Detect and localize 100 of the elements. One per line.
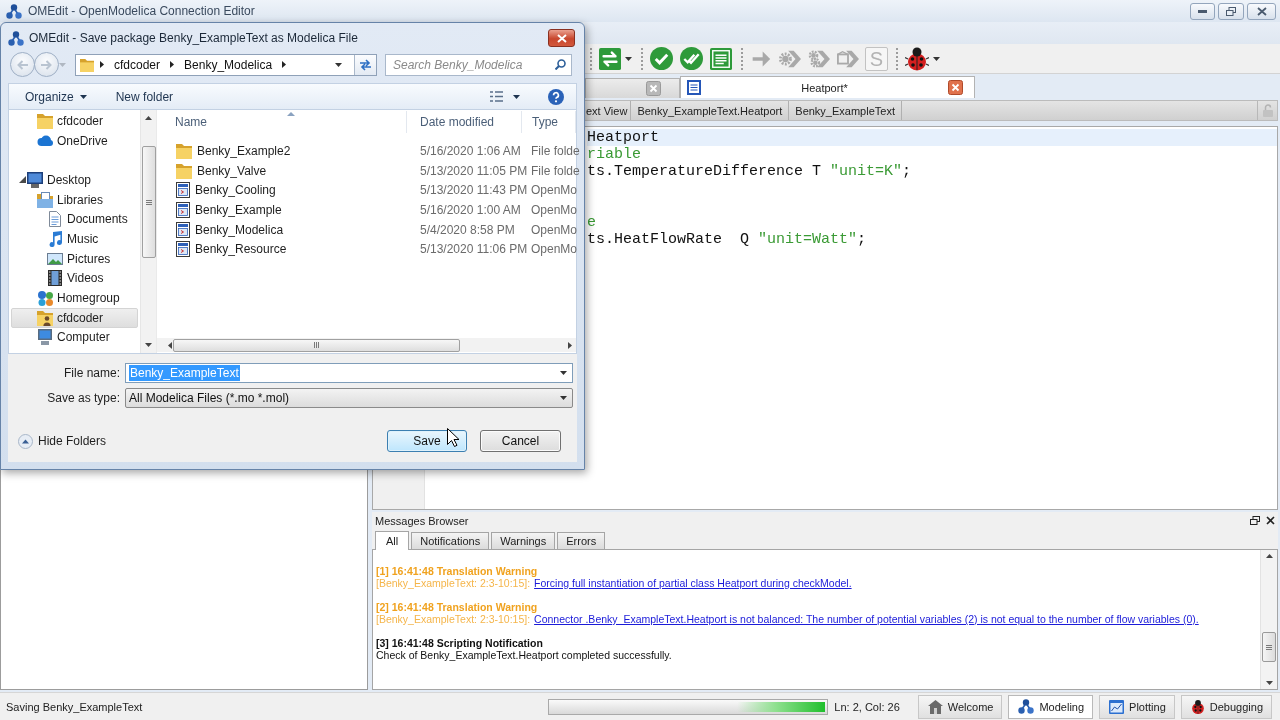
refresh-button[interactable] [354,54,376,75]
file-type-dropdown[interactable]: All Modelica Files (*.mo *.mol) [125,388,573,408]
file-item[interactable]: Benky_Resource [157,241,287,258]
perspective-tab[interactable]: Welcome [917,694,1003,719]
scrollbar-thumb[interactable] [141,146,156,258]
sort-arrow-icon [287,112,295,116]
nav-item[interactable]: cfdcoder [11,111,138,131]
minimize-icon [1198,9,1207,13]
caret-down-icon[interactable] [560,396,567,400]
file-icon [176,241,190,258]
minimize-button[interactable] [1190,2,1215,20]
organize-button[interactable]: Organize [25,89,87,104]
file-item[interactable]: Benky_Example2 [157,142,291,159]
toolbar-grip[interactable] [896,47,899,70]
folder-icon [80,57,94,72]
mouse-pointer-icon [447,428,459,447]
vertical-scrollbar[interactable] [140,110,156,353]
nav-item[interactable]: Music [11,229,138,249]
scrollbar-thumb[interactable] [1262,632,1276,662]
view-options-button[interactable] [490,91,520,102]
code-line: riable [587,146,641,163]
nav-item[interactable]: cfdcoder [11,307,138,328]
new-folder-button[interactable]: New folder [115,89,174,104]
toolbar-grip[interactable] [741,47,744,70]
view-bar-button[interactable]: ext View [586,101,632,120]
column-header[interactable]: Name [157,111,407,133]
vertical-scrollbar[interactable] [1260,550,1277,689]
tree-expander-icon[interactable] [18,176,26,184]
toolbar-button[interactable] [904,45,941,72]
caret-up-icon[interactable] [1265,554,1273,558]
view-bar-button[interactable]: Benky_ExampleText.Heatport [631,101,790,120]
toolbar-grip[interactable] [641,47,644,70]
file-item[interactable]: Benky_Modelica [157,221,284,238]
nav-item[interactable]: Pictures [11,248,138,269]
message-tab[interactable]: Errors [557,532,606,549]
file-item[interactable]: Benky_Example [157,201,282,218]
message-link[interactable]: Connector .Benky_ExampleText.Heatport is not balanced: The number of potential variables (2) is not equal to the number of flow variables (0). [534,613,1199,625]
nav-item[interactable]: Computer [11,327,138,348]
nav-item[interactable]: Videos [11,268,138,289]
swap-arrows-icon [599,47,621,70]
folder-icon [37,112,53,129]
caret-down-icon[interactable] [145,343,152,347]
arrow-right-icon [41,59,52,70]
editor-tab[interactable]: Heatport* [680,76,975,98]
message-title: [1] 16:41:48 Translation Warning [376,565,538,577]
message-link[interactable]: Forcing full instantiation of partial class Heatport during checkModel. [534,577,852,589]
double-check-icon [680,47,703,70]
message-tab[interactable]: All [375,531,410,550]
caret-down-icon[interactable] [1265,681,1273,685]
perspective-tab[interactable]: Debugging [1180,694,1272,719]
caret-right-icon[interactable] [568,341,572,349]
caret-right-icon[interactable] [282,61,287,68]
file-icon [176,182,190,199]
column-header[interactable]: Date modified [407,111,522,133]
message-tab[interactable]: Notifications [411,532,490,549]
column-header[interactable]: Type [522,111,576,133]
message-tab[interactable]: Warnings [491,532,556,549]
grip-lines-icon [1266,644,1272,650]
nav-item[interactable]: Desktop [11,170,138,190]
caret-down-icon[interactable] [625,56,632,61]
close-button[interactable] [1247,2,1276,20]
close-button[interactable] [548,29,575,47]
search-field[interactable]: Search Benky_Modelica [385,53,572,76]
cancel-button[interactable]: Cancel [480,430,561,452]
message-text: Check of Benky_ExampleText.Heatport completed successfully. [376,649,672,661]
folder-icon [176,162,192,179]
nav-item[interactable]: OneDrive [11,130,138,151]
file-item[interactable]: Benky_Cooling [157,182,276,199]
scrollbar-thumb[interactable] [173,338,460,352]
library-icon [37,191,53,208]
caret-down-icon[interactable] [79,94,87,99]
arrow-left-icon [17,59,28,70]
float-icon[interactable] [1250,516,1260,525]
nav-item[interactable]: Libraries [11,189,138,210]
address-bar[interactable]: cfdcoder Benky_Modelica [75,53,377,76]
perspective-tab[interactable]: Plotting [1099,694,1175,719]
restore-button[interactable] [1218,2,1244,20]
caret-down-icon[interactable] [560,371,567,375]
caret-right-icon[interactable] [100,61,104,68]
nav-item[interactable]: Documents [11,209,138,230]
restore-icon [1226,6,1236,16]
horizontal-scrollbar[interactable] [157,338,576,352]
refresh-icon [359,58,372,71]
film-strip-icon [47,270,63,287]
date-modified-cell-text: 5/13/2020 11:05 PM [419,163,528,178]
save-button[interactable]: Save [387,430,467,452]
breadcrumb-item[interactable]: Benky_Modelica [180,57,277,72]
toolbar-grip[interactable] [590,47,593,70]
caret-up-icon[interactable] [145,116,152,120]
help-button[interactable] [548,88,564,105]
breadcrumb-item[interactable]: cfdcoder [110,57,165,72]
caret-down-icon[interactable] [933,56,940,61]
caret-right-icon[interactable] [170,61,175,68]
view-bar-button[interactable]: Benky_ExampleText [789,101,902,120]
close-icon[interactable] [1266,516,1275,525]
file-item[interactable]: Benky_Valve [157,162,267,179]
perspective-tab[interactable]: Modeling [1008,694,1094,719]
caret-down-icon[interactable] [335,62,342,67]
hide-folders-button[interactable]: Hide Folders [18,433,107,449]
nav-item[interactable]: Homegroup [11,288,138,308]
